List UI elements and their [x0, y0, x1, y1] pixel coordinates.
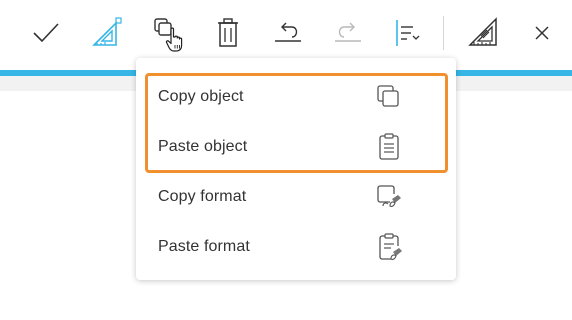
- paste-format-icon: [374, 232, 404, 262]
- menu-item-label: Paste format: [158, 238, 250, 255]
- menu-item-label: Copy object: [158, 88, 244, 105]
- redo-icon: [335, 22, 361, 42]
- menu-item-label: Paste object: [158, 138, 248, 155]
- menu-item-paste-format[interactable]: Paste format: [136, 222, 456, 272]
- confirm-button[interactable]: [26, 13, 66, 53]
- ruler-icon: [468, 17, 497, 46]
- clipboard-icon: [374, 132, 404, 162]
- align-left-dropdown-icon: [396, 20, 420, 46]
- ruler-button[interactable]: [464, 13, 504, 53]
- copy-format-icon: [374, 182, 404, 212]
- trash-icon: [218, 18, 238, 47]
- undo-button[interactable]: [268, 13, 308, 53]
- menu-item-copy-format[interactable]: Copy format: [136, 172, 456, 222]
- copy-button[interactable]: [148, 13, 188, 53]
- toolbar-divider: [443, 16, 444, 50]
- checkmark-icon: [33, 23, 59, 43]
- undo-icon: [275, 22, 301, 42]
- menu-item-paste-object[interactable]: Paste object: [136, 122, 456, 172]
- triangle-ruler-select-icon: [92, 17, 122, 46]
- copy-icon: [154, 18, 183, 52]
- select-shape-button[interactable]: [86, 13, 126, 53]
- menu-item-label: Copy format: [158, 188, 247, 205]
- menu-item-copy-object[interactable]: Copy object: [136, 72, 456, 122]
- close-button[interactable]: [522, 13, 562, 53]
- align-button[interactable]: [388, 13, 428, 53]
- delete-button[interactable]: [208, 13, 248, 53]
- redo-button[interactable]: [328, 13, 368, 53]
- screen: Copy object Paste object Copy format Pas…: [0, 0, 572, 320]
- close-icon: [535, 26, 549, 40]
- copy-icon: [374, 82, 404, 112]
- copy-dropdown-menu: Copy object Paste object Copy format Pas…: [136, 58, 456, 280]
